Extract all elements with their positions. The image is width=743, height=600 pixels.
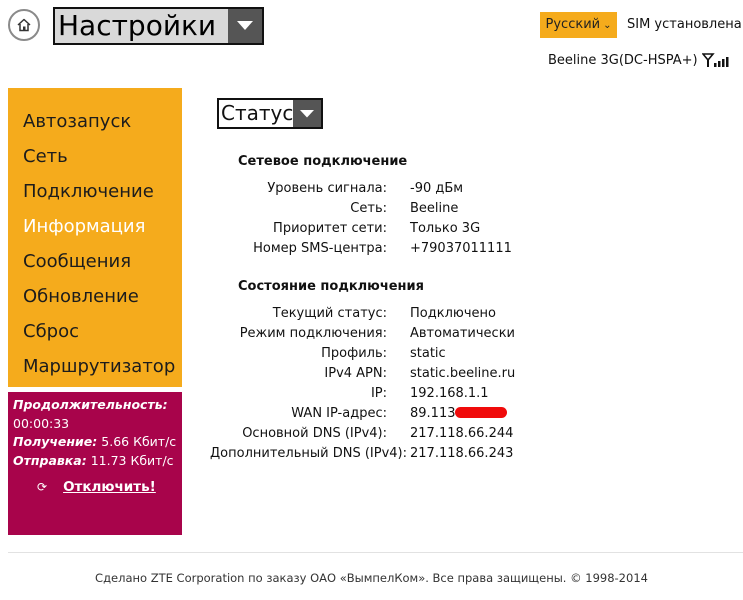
row-key: Приоритет сети: — [273, 221, 387, 236]
network-info-table: Уровень сигнала: -90 дБм Сеть: Beeline При… — [210, 179, 650, 259]
table-row: Режим подключения: Автоматически — [210, 324, 650, 344]
table-row: Основной DNS (IPv4): 217.118.66.244 — [210, 424, 650, 444]
language-label: Русский — [545, 17, 601, 32]
duration-value: 00:00:33 — [13, 415, 70, 431]
chevron-down-icon — [228, 9, 262, 43]
sidebar-item-information[interactable]: Информация — [8, 213, 182, 248]
language-select[interactable]: Русский ⌄ — [540, 12, 617, 38]
row-key: IP: — [370, 386, 387, 401]
duration-label: Продолжительность: — [13, 397, 168, 412]
table-row: IP: 192.168.1.1 — [210, 384, 650, 404]
status-select-label: Статус — [221, 101, 294, 125]
connection-panel: Продолжительность: 00:00:33 Получение: 5… — [8, 392, 182, 535]
row-value: Автоматически — [410, 326, 516, 341]
sent-value: 11.73 Кбит/с — [90, 452, 174, 468]
network-name: Beeline 3G(DC-HSPA+) — [548, 52, 698, 68]
table-row: Дополнительный DNS (IPv4): 217.118.66.243 — [210, 444, 650, 464]
received-label: Получение: — [13, 434, 98, 449]
table-row: Номер SMS-центра: +79037011111 — [210, 239, 650, 259]
row-value: -90 дБм — [410, 181, 464, 196]
sidebar-item-update[interactable]: Обновление — [8, 283, 182, 318]
row-value: Подключено — [410, 306, 496, 321]
connection-info-table: Текущий статус: Подключено Режим подключе… — [210, 304, 650, 464]
row-key: Сеть: — [350, 201, 387, 216]
sidebar-item-reset[interactable]: Сброс — [8, 318, 182, 353]
row-key: Номер SMS-центра: — [253, 241, 387, 256]
sidebar-item-network[interactable]: Сеть — [8, 143, 182, 178]
table-row: Сеть: Beeline — [210, 199, 650, 219]
row-value: static — [410, 346, 446, 361]
page-title: Настройки — [58, 9, 217, 42]
row-key: Режим подключения: — [239, 326, 387, 341]
sim-status: SIM установлена — [627, 17, 742, 32]
sidebar-item-router[interactable]: Маршрутизатор — [8, 353, 182, 388]
table-row: WAN IP-адрес: 89.113 — [210, 404, 650, 424]
sent-label: Отправка: — [13, 452, 87, 468]
chevron-down-icon: ⌄ — [603, 20, 612, 31]
sidebar-item-autostart[interactable]: Автозапуск — [8, 108, 182, 143]
row-key: Профиль: — [321, 346, 387, 361]
table-row: Уровень сигнала: -90 дБм — [210, 179, 650, 199]
status-select[interactable]: Статус — [217, 98, 323, 129]
signal-antenna-icon — [701, 53, 729, 67]
row-key: IPv4 APN: — [324, 366, 387, 381]
chevron-down-icon — [293, 100, 321, 127]
row-value: 89.113 — [410, 406, 456, 421]
network-indicator: Beeline 3G(DC-HSPA+) — [548, 52, 730, 68]
footer-divider — [8, 552, 743, 553]
sidebar-item-connection[interactable]: Подключение — [8, 178, 182, 213]
network-section-title: Сетевое подключение — [238, 154, 408, 169]
row-value: 217.118.66.243 — [410, 446, 514, 461]
footer-copyright: Сделано ZTE Corporation по заказу ОАО «В… — [95, 571, 648, 585]
connection-section-title: Состояние подключения — [238, 279, 424, 294]
table-row: IPv4 APN: static.beeline.ru — [210, 364, 650, 384]
home-icon — [17, 18, 31, 32]
row-key: Дополнительный DNS (IPv4): — [210, 446, 407, 461]
row-key: Уровень сигнала: — [267, 181, 387, 196]
sidebar-item-messages[interactable]: Сообщения — [8, 248, 182, 283]
home-button[interactable] — [8, 9, 40, 41]
row-value: 192.168.1.1 — [410, 386, 489, 401]
table-row: Приоритет сети: Только 3G — [210, 219, 650, 239]
disconnect-button[interactable]: Отключить! — [63, 478, 156, 497]
row-value: static.beeline.ru — [410, 366, 516, 381]
row-value: Только 3G — [410, 221, 481, 236]
row-key: Основной DNS (IPv4): — [242, 426, 387, 441]
received-value: 5.66 Кбит/с — [101, 434, 177, 449]
page-title-select[interactable]: Настройки — [53, 7, 264, 45]
row-key: Текущий статус: — [272, 306, 387, 321]
sidebar-menu: Автозапуск Сеть Подключение Информация С… — [8, 88, 182, 387]
table-row: Текущий статус: Подключено — [210, 304, 650, 324]
refresh-icon: ⟳ — [37, 480, 48, 494]
row-value: 217.118.66.244 — [410, 426, 514, 441]
row-key: WAN IP-адрес: — [291, 406, 387, 421]
redaction-mark — [454, 407, 507, 418]
row-value: Beeline — [410, 201, 459, 216]
table-row: Профиль: static — [210, 344, 650, 364]
row-value: +79037011111 — [410, 241, 512, 256]
